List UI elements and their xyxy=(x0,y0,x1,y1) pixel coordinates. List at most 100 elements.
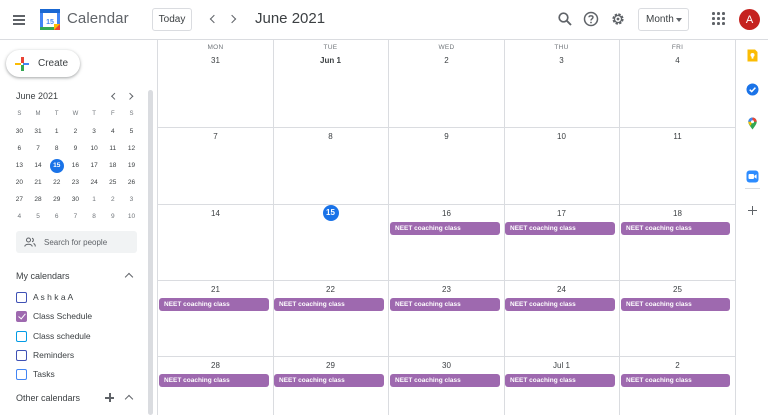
mini-day-today[interactable]: 15 xyxy=(47,157,66,174)
previous-period-button[interactable] xyxy=(204,10,222,28)
today-button[interactable]: Today xyxy=(152,8,192,31)
mini-day[interactable]: 5 xyxy=(29,208,48,225)
mini-day[interactable]: 5 xyxy=(122,123,141,140)
calendar-checkbox[interactable] xyxy=(16,349,27,361)
mini-day[interactable]: 14 xyxy=(29,157,48,174)
mini-day[interactable]: 30 xyxy=(66,191,85,208)
event-chip[interactable]: NEET coaching class xyxy=(159,298,269,311)
calendar-checkbox-checked[interactable] xyxy=(16,310,27,322)
day-number[interactable]: 2 xyxy=(389,56,504,65)
mini-day[interactable]: 12 xyxy=(122,140,141,157)
day-number[interactable]: 7 xyxy=(158,132,273,141)
view-selector[interactable]: Month xyxy=(638,8,689,31)
event-chip[interactable]: NEET coaching class xyxy=(505,222,615,235)
mini-day[interactable]: 24 xyxy=(85,174,104,191)
event-chip[interactable]: NEET coaching class xyxy=(505,298,615,311)
calendar-item-reminders[interactable]: Reminders xyxy=(16,348,74,362)
mini-day[interactable]: 8 xyxy=(47,140,66,157)
get-add-ons-plus-icon[interactable] xyxy=(748,206,757,215)
next-period-button[interactable] xyxy=(224,10,242,28)
mini-day[interactable]: 29 xyxy=(47,191,66,208)
mini-day[interactable]: 9 xyxy=(103,208,122,225)
mini-calendar-prev-button[interactable] xyxy=(107,90,119,102)
day-number[interactable]: 9 xyxy=(389,132,504,141)
search-icon[interactable] xyxy=(557,11,573,27)
mini-day[interactable]: 4 xyxy=(10,208,29,225)
event-chip[interactable]: NEET coaching class xyxy=(390,222,500,235)
zoom-icon[interactable] xyxy=(746,170,759,183)
mini-day[interactable]: 2 xyxy=(66,123,85,140)
event-chip[interactable]: NEET coaching class xyxy=(159,374,269,387)
calendar-checkbox[interactable] xyxy=(16,330,27,342)
mini-day[interactable]: 9 xyxy=(66,140,85,157)
tasks-icon[interactable] xyxy=(746,83,759,96)
mini-day[interactable]: 3 xyxy=(122,191,141,208)
mini-day[interactable]: 22 xyxy=(47,174,66,191)
calendar-checkbox[interactable] xyxy=(16,291,27,303)
day-number-today[interactable]: 15 xyxy=(273,205,388,221)
search-people-input[interactable]: Search for people xyxy=(16,231,137,253)
event-chip[interactable]: NEET coaching class xyxy=(621,298,730,311)
mini-day[interactable]: 31 xyxy=(29,123,48,140)
day-number[interactable]: 17 xyxy=(504,209,619,218)
calendar-checkbox[interactable] xyxy=(16,368,27,380)
chevron-up-icon[interactable] xyxy=(124,394,134,404)
day-number[interactable]: 14 xyxy=(158,209,273,218)
mini-day[interactable]: 27 xyxy=(10,191,29,208)
day-number[interactable]: 11 xyxy=(620,132,735,141)
mini-day[interactable]: 23 xyxy=(66,174,85,191)
mini-day[interactable]: 10 xyxy=(122,208,141,225)
day-number[interactable]: Jun 1 xyxy=(273,56,388,65)
mini-day[interactable]: 1 xyxy=(85,191,104,208)
event-chip[interactable]: NEET coaching class xyxy=(621,222,730,235)
mini-day[interactable]: 3 xyxy=(85,123,104,140)
day-number[interactable]: 16 xyxy=(389,209,504,218)
mini-day[interactable]: 21 xyxy=(29,174,48,191)
day-number[interactable]: 30 xyxy=(389,361,504,370)
event-chip[interactable]: NEET coaching class xyxy=(621,374,730,387)
mini-day[interactable]: 7 xyxy=(66,208,85,225)
day-number[interactable]: 29 xyxy=(273,361,388,370)
my-calendars-title[interactable]: My calendars xyxy=(16,271,70,281)
day-number[interactable]: 24 xyxy=(504,285,619,294)
day-number[interactable]: 2 xyxy=(620,361,735,370)
chevron-up-icon[interactable] xyxy=(124,272,134,282)
event-chip[interactable]: NEET coaching class xyxy=(274,298,384,311)
calendar-item-ashkaa[interactable]: A s h k a A xyxy=(16,290,73,304)
day-number[interactable]: 8 xyxy=(273,132,388,141)
day-number[interactable]: 18 xyxy=(620,209,735,218)
day-number[interactable]: Jul 1 xyxy=(504,361,619,370)
event-chip[interactable]: NEET coaching class xyxy=(390,298,500,311)
mini-day[interactable]: 25 xyxy=(103,174,122,191)
mini-day[interactable]: 13 xyxy=(10,157,29,174)
day-number[interactable]: 10 xyxy=(504,132,619,141)
day-number[interactable]: 25 xyxy=(620,285,735,294)
add-other-calendar-icon[interactable] xyxy=(105,393,114,402)
day-number[interactable]: 21 xyxy=(158,285,273,294)
mini-day[interactable]: 8 xyxy=(85,208,104,225)
mini-day[interactable]: 6 xyxy=(10,140,29,157)
create-button[interactable]: Create xyxy=(6,50,80,77)
event-chip[interactable]: NEET coaching class xyxy=(390,374,500,387)
google-apps-icon[interactable] xyxy=(712,12,726,26)
event-chip[interactable]: NEET coaching class xyxy=(274,374,384,387)
mini-day[interactable]: 4 xyxy=(103,123,122,140)
account-avatar[interactable]: A xyxy=(739,9,760,30)
day-number[interactable]: 28 xyxy=(158,361,273,370)
sidebar-scrollbar[interactable] xyxy=(148,90,153,415)
calendar-item-tasks[interactable]: Tasks xyxy=(16,367,55,381)
calendar-item-class-schedule[interactable]: Class Schedule xyxy=(16,309,92,323)
settings-gear-icon[interactable] xyxy=(610,11,626,27)
mini-day[interactable]: 10 xyxy=(85,140,104,157)
day-number[interactable]: 31 xyxy=(158,56,273,65)
day-number[interactable]: 23 xyxy=(389,285,504,294)
calendar-item-class-schedule-2[interactable]: Class schedule xyxy=(16,329,91,343)
mini-day[interactable]: 11 xyxy=(103,140,122,157)
mini-day[interactable]: 7 xyxy=(29,140,48,157)
mini-day[interactable]: 17 xyxy=(85,157,104,174)
mini-day[interactable]: 30 xyxy=(10,123,29,140)
other-calendars-title[interactable]: Other calendars xyxy=(16,393,80,403)
mini-day[interactable]: 1 xyxy=(47,123,66,140)
maps-icon[interactable] xyxy=(746,117,759,130)
day-number[interactable]: 4 xyxy=(620,56,735,65)
